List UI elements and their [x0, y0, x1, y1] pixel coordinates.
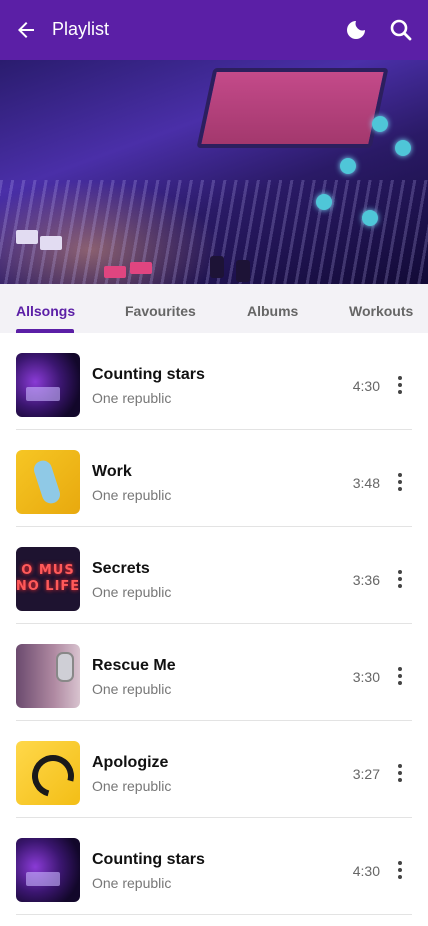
song-thumbnail [16, 838, 80, 902]
song-artist: One republic [92, 681, 172, 697]
song-title: Counting stars [92, 851, 205, 868]
song-artist: One republic [92, 390, 172, 406]
song-title: Work [92, 463, 132, 480]
mixer-screen [196, 68, 389, 148]
mixer-fader-cap [40, 236, 62, 250]
song-row[interactable]: Rescue Me One republic 3:30 [0, 624, 428, 721]
mixer-fader-cap [16, 230, 38, 244]
moon-icon[interactable] [343, 17, 369, 43]
song-duration: 3:48 [352, 475, 380, 491]
search-icon[interactable] [388, 17, 414, 43]
tab-favourites[interactable]: Favourites [125, 303, 196, 319]
song-title: Apologize [92, 754, 169, 771]
tab-allsongs[interactable]: Allsongs [16, 303, 75, 319]
song-artist: One republic [92, 875, 172, 891]
hero-mixer-image [0, 60, 428, 284]
mixer-knob [395, 140, 411, 156]
song-row[interactable]: Work One republic 3:48 [0, 430, 428, 527]
more-options-icon[interactable] [390, 762, 410, 784]
song-row[interactable]: Counting stars One republic 4:30 [0, 818, 428, 915]
song-artist: One republic [92, 487, 172, 503]
page-title: Playlist [52, 19, 110, 39]
mixer-knob [210, 256, 224, 278]
song-duration: 3:27 [352, 766, 380, 782]
mixer-knob [316, 194, 332, 210]
mixer-knob [372, 116, 388, 132]
song-duration: 4:30 [352, 863, 380, 879]
song-row[interactable]: Counting stars One republic 4:30 [0, 333, 428, 430]
song-thumbnail [16, 741, 80, 805]
mixer-button [130, 262, 152, 274]
more-options-icon[interactable] [390, 665, 410, 687]
mixer-knob [362, 210, 378, 226]
mixer-knob [236, 260, 250, 282]
song-thumbnail: O MUS NO LIFE [16, 547, 80, 611]
song-duration: 3:30 [352, 669, 380, 685]
song-thumbnail [16, 353, 80, 417]
mixer-knob [340, 158, 356, 174]
song-row[interactable]: Apologize One republic 3:27 [0, 721, 428, 818]
song-title: Rescue Me [92, 657, 176, 674]
tab-albums[interactable]: Albums [247, 303, 298, 319]
song-artist: One republic [92, 584, 172, 600]
neon-sign-text: O MUS [21, 563, 75, 578]
song-artist: One republic [92, 778, 172, 794]
song-duration: 4:30 [352, 378, 380, 394]
neon-sign-text: NO LIFE [16, 579, 80, 594]
song-row[interactable]: O MUS NO LIFE Secrets One republic 3:36 [0, 527, 428, 624]
app-bar: Playlist [0, 0, 428, 60]
song-duration: 3:36 [352, 572, 380, 588]
song-thumbnail [16, 644, 80, 708]
more-options-icon[interactable] [390, 859, 410, 881]
tab-bar: Allsongs Favourites Albums Workouts [0, 284, 428, 333]
mixer-button [104, 266, 126, 278]
song-thumbnail [16, 450, 80, 514]
more-options-icon[interactable] [390, 471, 410, 493]
more-options-icon[interactable] [390, 568, 410, 590]
song-title: Counting stars [92, 366, 205, 383]
more-options-icon[interactable] [390, 374, 410, 396]
back-arrow-icon[interactable] [12, 16, 40, 44]
divider [16, 914, 412, 915]
song-title: Secrets [92, 560, 150, 577]
tab-workouts[interactable]: Workouts [349, 303, 413, 319]
